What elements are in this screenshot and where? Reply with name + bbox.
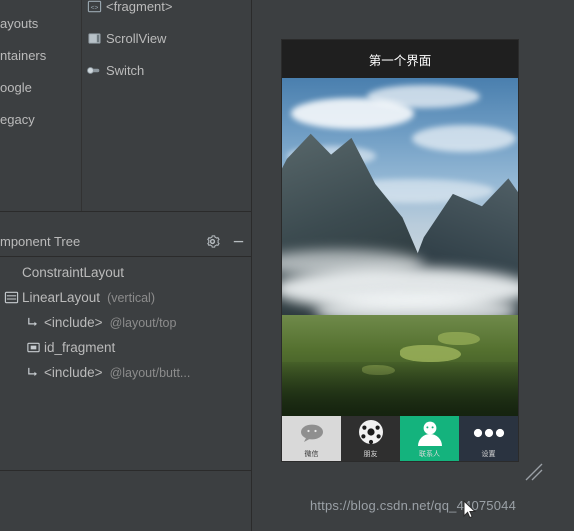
- settings-dots-icon: [459, 416, 518, 450]
- contacts-icon: [400, 416, 459, 450]
- design-surface: 第一个界面 微信 朋友 联系人 设置: [252, 0, 574, 531]
- chat-bubble-icon: [282, 416, 341, 450]
- component-tree[interactable]: ConstraintLayout LinearLayout (vertical): [0, 260, 251, 385]
- nav-item-label: 微信: [304, 451, 319, 458]
- nav-item-friends[interactable]: 朋友: [341, 416, 400, 461]
- scrollview-icon: [82, 31, 106, 46]
- palette-group-item[interactable]: ayouts: [0, 8, 81, 40]
- left-panel: ayouts ntainers oogle egacy <> <fragment…: [0, 0, 252, 531]
- palette-group-item[interactable]: ntainers: [0, 40, 81, 72]
- palette-item-label: Switch: [106, 62, 145, 78]
- tree-node-sublabel: @layout/top: [109, 315, 177, 330]
- nav-item-label: 联系人: [419, 451, 440, 458]
- tree-row[interactable]: <include> @layout/butt...: [0, 360, 251, 385]
- palette-item-label: <fragment>: [106, 0, 173, 14]
- component-tree-title: mponent Tree: [0, 233, 81, 249]
- tree-node-sublabel: (vertical): [107, 290, 155, 305]
- palette-item-label: ScrollView: [106, 30, 167, 46]
- nav-item-contacts[interactable]: 联系人: [400, 416, 459, 461]
- palette-item-switch[interactable]: Switch: [82, 54, 251, 86]
- preview-title-bar: 第一个界面: [282, 40, 518, 78]
- watermark-text: https://blog.csdn.net/qq_44075044: [309, 498, 517, 513]
- linear-layout-icon: [0, 290, 22, 305]
- component-tree-header: mponent Tree: [0, 226, 251, 256]
- tree-row[interactable]: LinearLayout (vertical): [0, 285, 251, 310]
- preview-title: 第一个界面: [368, 53, 432, 68]
- include-icon: [22, 365, 44, 380]
- tree-node-label: <include>: [44, 315, 103, 330]
- fragment-node-icon: [22, 340, 44, 355]
- palette-panel: ayouts ntainers oogle egacy <> <fragment…: [0, 0, 251, 212]
- field-shape: [400, 345, 462, 362]
- device-preview[interactable]: 第一个界面 微信 朋友 联系人 设置: [282, 40, 518, 461]
- tree-row[interactable]: <include> @layout/top: [0, 310, 251, 335]
- friends-icon: [341, 416, 400, 450]
- tree-row[interactable]: ConstraintLayout: [0, 260, 251, 285]
- minimize-icon[interactable]: [225, 228, 251, 254]
- palette-item-scrollview[interactable]: ScrollView: [82, 22, 251, 54]
- resize-handle[interactable]: [524, 462, 544, 482]
- component-tree-divider: [0, 256, 251, 257]
- tree-node-label: id_fragment: [44, 340, 116, 355]
- tree-row[interactable]: id_fragment: [0, 335, 251, 360]
- nav-item-label: 朋友: [363, 451, 378, 458]
- palette-group-list[interactable]: ayouts ntainers oogle egacy: [0, 0, 82, 212]
- tree-node-label: LinearLayout: [22, 290, 101, 305]
- palette-group-item[interactable]: oogle: [0, 72, 81, 104]
- tree-node-sublabel: @layout/butt...: [109, 365, 191, 380]
- include-icon: [22, 315, 44, 330]
- mouse-cursor-icon: [463, 499, 477, 520]
- nav-item-wechat[interactable]: 微信: [282, 416, 341, 461]
- gear-icon[interactable]: [199, 228, 225, 254]
- panel-divider: [0, 470, 251, 471]
- valley-shadow: [282, 361, 518, 416]
- tree-node-label: <include>: [44, 365, 103, 380]
- preview-background-image: [282, 78, 518, 416]
- palette-group-item[interactable]: egacy: [0, 104, 81, 136]
- nav-item-settings[interactable]: 设置: [459, 416, 518, 461]
- tree-node-label: ConstraintLayout: [22, 265, 125, 280]
- ide-screenshot: ayouts ntainers oogle egacy <> <fragment…: [0, 0, 574, 531]
- palette-item-list[interactable]: <> <fragment> ScrollView Switch: [82, 0, 251, 212]
- fragment-icon: <>: [82, 0, 106, 14]
- preview-bottom-nav[interactable]: 微信 朋友 联系人 设置: [282, 416, 518, 461]
- nav-item-label: 设置: [481, 451, 496, 458]
- switch-icon: [82, 63, 106, 78]
- field-shape: [437, 331, 481, 346]
- palette-item-fragment[interactable]: <> <fragment>: [82, 0, 251, 22]
- palette-divider: [0, 211, 251, 212]
- svg-text:<>: <>: [90, 4, 98, 11]
